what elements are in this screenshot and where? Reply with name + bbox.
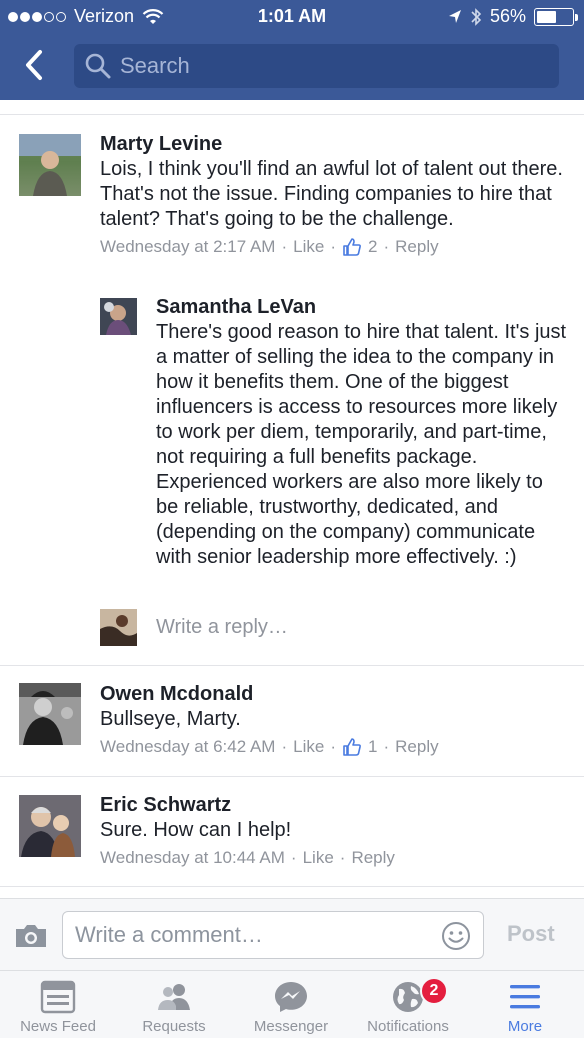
comment-timestamp: Wednesday at 6:42 AM [100,737,276,756]
comment-text: Bullseye, Marty. [100,708,241,730]
chevron-left-icon [26,50,42,80]
avatar[interactable] [19,795,81,857]
comment-timestamp: Wednesday at 10:44 AM [100,848,285,867]
battery-level [537,10,556,23]
location-arrow-icon [448,9,461,23]
menu-icon [510,985,540,1009]
comment: Marty Levine Lois, I think you'll find a… [100,131,570,260]
reply-text: There's good reason to hire that talent.… [156,321,567,568]
comment-meta: Wednesday at 2:17 AM · Like · 2 · Reply [100,234,570,260]
avatar [100,609,137,646]
comment: Owen Mcdonald Bullseye, Marty. Wednesday… [100,681,570,760]
tab-label: News Feed [20,1018,96,1035]
tab-label: Notifications [367,1018,449,1035]
reply-button[interactable]: Reply [395,734,438,760]
battery-percentage: 56% [489,6,526,26]
friend-requests-icon [158,984,190,1010]
like-button[interactable]: Like [293,234,324,260]
like-count[interactable]: 1 [368,734,377,760]
comment-text: Sure. How can I help! [100,819,292,841]
comment-author[interactable]: Eric Schwartz [100,792,570,818]
reply-button[interactable]: Reply [351,845,394,871]
back-button[interactable] [20,48,48,82]
avatar[interactable] [19,134,81,196]
like-button[interactable]: Like [303,845,334,871]
divider [0,665,584,666]
messenger-icon [275,982,307,1012]
avatar[interactable] [19,683,81,745]
divider [0,886,584,887]
comment: Eric Schwartz Sure. How can I help! Wedn… [100,792,570,871]
comment-text: Lois, I think you'll find an awful lot o… [100,158,563,230]
comment-author[interactable]: Owen Mcdonald [100,681,570,707]
tab-bar: News Feed Requests Messenger 2 Notificat… [0,970,584,1038]
news-feed-icon [40,980,76,1014]
status-right: 56% [448,6,578,27]
comment-meta: Wednesday at 6:42 AM · Like · 1 · Reply [100,734,570,760]
post-button[interactable]: Post [507,921,555,947]
thumbs-up-icon [343,238,361,256]
reply-author[interactable]: Samantha LeVan [156,294,570,320]
top-nav-bar: Verizon 1:01 AM 56% Search [0,0,584,100]
write-reply-input[interactable]: Write a reply… [156,616,288,639]
bluetooth-icon [471,7,482,26]
divider [0,776,584,777]
like-button[interactable]: Like [293,734,324,760]
camera-icon[interactable] [14,923,48,949]
tab-news-feed[interactable]: News Feed [0,971,116,1038]
reply-comment: Samantha LeVan There's good reason to hi… [156,294,570,570]
tab-label: Requests [142,1018,206,1035]
comment-input[interactable]: Write a comment… [62,911,484,959]
divider [0,114,584,115]
search-input[interactable]: Search [74,44,559,88]
comment-author[interactable]: Marty Levine [100,131,570,157]
battery-icon [534,7,578,26]
tab-label: More [507,1018,543,1035]
like-count[interactable]: 2 [368,234,377,260]
tab-label: Messenger [253,1018,329,1035]
tab-requests[interactable]: Requests [116,971,232,1038]
comment-timestamp: Wednesday at 2:17 AM [100,237,276,256]
comment-composer: Write a comment… Post [0,898,584,970]
search-icon [85,53,111,79]
search-placeholder: Search [120,53,190,78]
tab-more[interactable]: More [466,971,584,1038]
comment-placeholder: Write a comment… [75,922,263,947]
reply-button[interactable]: Reply [395,234,438,260]
emoji-icon[interactable] [441,921,471,951]
status-bar: Verizon 1:01 AM 56% [0,0,584,34]
comment-meta: Wednesday at 10:44 AM · Like · Reply [100,845,570,871]
thumbs-up-icon [343,738,361,756]
avatar[interactable] [100,298,137,335]
notification-badge: 2 [420,977,448,1005]
tab-notifications[interactable]: 2 Notifications [350,971,466,1038]
tab-messenger[interactable]: Messenger [232,971,350,1038]
